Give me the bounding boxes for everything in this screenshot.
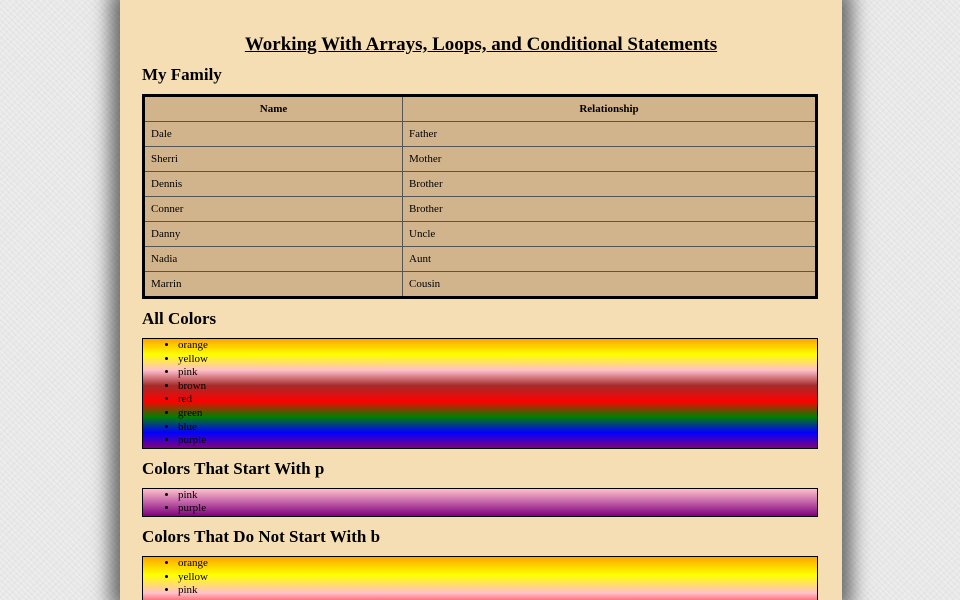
p-colors-list: pink purple — [142, 487, 818, 517]
list-item: orange — [178, 557, 817, 571]
family-heading: My Family — [142, 65, 222, 84]
family-table: Name Relationship Dale Father Sherri Mot… — [142, 94, 818, 299]
not-b-colors-heading: Colors That Do Not Start With b — [142, 526, 381, 546]
family-name-cell: Sherri — [143, 146, 403, 172]
family-relationship-cell: Uncle — [402, 221, 817, 247]
family-relationship-cell: Father — [402, 121, 817, 147]
page-title: Working With Arrays, Loops, and Conditio… — [244, 34, 718, 55]
family-name-cell: Conner — [143, 196, 403, 222]
family-name-cell: Dale — [143, 121, 403, 147]
list-item: blue — [178, 421, 817, 435]
list-item: orange — [178, 339, 817, 353]
table-row: Nadia Aunt — [143, 246, 817, 272]
family-relationship-cell: Brother — [402, 171, 817, 197]
table-row: Dennis Brother — [143, 171, 817, 197]
list-item: red — [178, 393, 817, 407]
family-name-cell: Dennis — [143, 171, 403, 197]
table-row: Danny Uncle — [143, 221, 817, 247]
list-item: pink — [178, 366, 817, 380]
list-item: pink — [178, 489, 817, 503]
table-row: Sherri Mother — [143, 146, 817, 172]
list-item: purple — [178, 502, 817, 516]
list-item: purple — [178, 434, 817, 448]
page-content: Working With Arrays, Loops, and Conditio… — [120, 0, 842, 600]
table-row: Dale Father — [143, 121, 817, 147]
family-relationship-cell: Aunt — [402, 246, 817, 272]
family-table-header-row: Name Relationship — [143, 95, 817, 122]
list-item: pink — [178, 584, 817, 598]
all-colors-heading: All Colors — [142, 309, 217, 328]
list-item: brown — [178, 380, 817, 394]
table-row: Conner Brother — [143, 196, 817, 222]
p-colors-heading: Colors That Start With p — [142, 458, 325, 478]
list-item: yellow — [178, 571, 817, 585]
column-header-relationship: Relationship — [402, 95, 817, 122]
table-row: Marrin Cousin — [143, 271, 817, 298]
family-name-cell: Marrin — [143, 271, 403, 298]
family-name-cell: Danny — [143, 221, 403, 247]
column-header-name: Name — [143, 95, 403, 122]
family-relationship-cell: Brother — [402, 196, 817, 222]
family-name-cell: Nadia — [143, 246, 403, 272]
family-relationship-cell: Mother — [402, 146, 817, 172]
list-item: yellow — [178, 353, 817, 367]
list-item: green — [178, 407, 817, 421]
not-b-colors-list: orange yellow pink red — [142, 555, 818, 600]
all-colors-list: orange yellow pink brown red green blue … — [142, 338, 818, 449]
family-relationship-cell: Cousin — [402, 271, 817, 298]
